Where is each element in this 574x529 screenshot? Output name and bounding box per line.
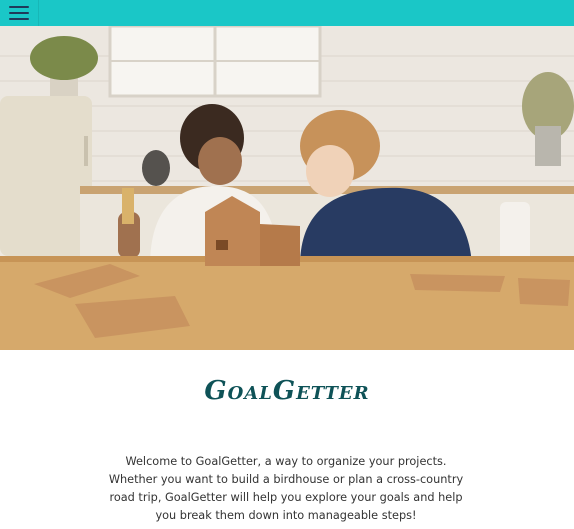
hamburger-menu-icon-line: [9, 18, 29, 20]
hamburger-menu-icon: [9, 6, 29, 8]
hero-illustration: [0, 26, 574, 350]
hero-image: [0, 26, 574, 350]
top-navigation-bar: [0, 0, 574, 26]
intro-paragraph: Welcome to GoalGetter, a way to organize…: [108, 455, 464, 522]
hamburger-menu-button[interactable]: [0, 0, 39, 26]
hamburger-menu-icon-line: [9, 12, 29, 14]
page-title: GoalGetter: [204, 376, 370, 406]
